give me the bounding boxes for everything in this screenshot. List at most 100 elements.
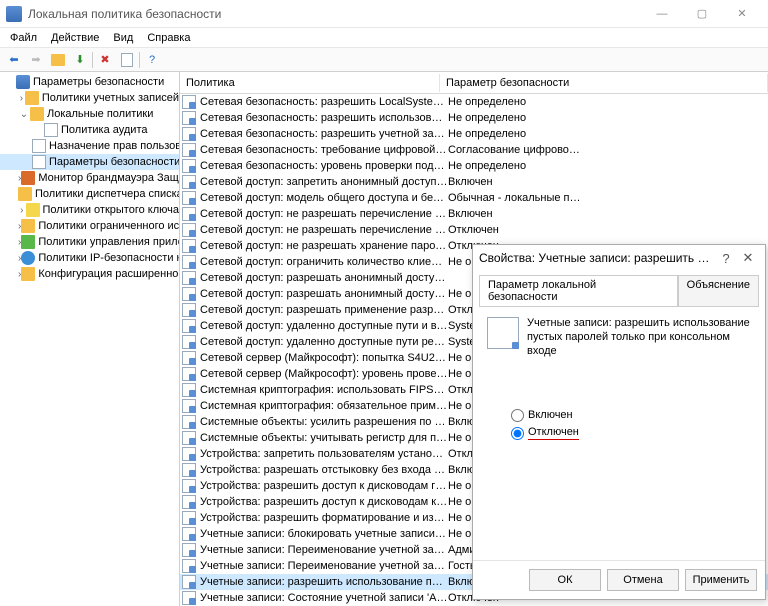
policy-name: Учетные записи: Переименование учетной з… [200, 544, 448, 556]
policy-value: Включен [448, 208, 768, 220]
tab-local-setting[interactable]: Параметр локальной безопасности [479, 275, 678, 306]
tree-item[interactable]: Назначение прав пользователя [0, 138, 179, 154]
policy-name: Устройства: разрешить доступ к дисковода… [200, 496, 448, 508]
tree-item-label: Политики IP-безопасности на "Локал [38, 252, 180, 264]
tree-item-label: Политика аудита [61, 124, 147, 136]
list-row[interactable]: Сетевая безопасность: разрешить использо… [180, 110, 768, 126]
minimize-button[interactable]: — [642, 1, 682, 27]
policy-icon [182, 559, 196, 573]
policy-value: Не определено [448, 160, 768, 172]
wall-icon [21, 171, 35, 185]
list-row[interactable]: Сетевая безопасность: разрешить LocalSys… [180, 94, 768, 110]
list-row[interactable]: Сетевая безопасность: разрешить учетной … [180, 126, 768, 142]
tree-item-label: Политики открытого ключа [43, 204, 179, 216]
column-policy[interactable]: Политика [180, 74, 440, 92]
tree-item[interactable]: › Политики открытого ключа [0, 202, 179, 218]
maximize-button[interactable]: ▢ [682, 1, 722, 27]
policy-name: Учетные записи: Переименование учетной з… [200, 560, 448, 572]
tab-explanation[interactable]: Объяснение [678, 275, 759, 306]
radio-enabled[interactable]: Включен [511, 406, 751, 424]
policy-name: Учетные записи: блокировать учетные запи… [200, 528, 448, 540]
policy-value: Согласование цифрово… [448, 144, 768, 156]
ok-button[interactable]: ОК [529, 569, 601, 591]
tree-item[interactable]: ›Конфигурация расширенной полити [0, 266, 179, 282]
policy-icon [182, 383, 196, 397]
tree-item[interactable]: ›Монитор брандмауэра Защитника W [0, 170, 179, 186]
policy-icon [182, 447, 196, 461]
dialog-body: Учетные записи: разрешить использование … [479, 306, 759, 560]
window-title: Локальная политика безопасности [28, 7, 642, 21]
tree-item-label: Политики учетных записей [42, 92, 179, 104]
tree-item-label: Конфигурация расширенной полити [38, 268, 180, 280]
column-value[interactable]: Параметр безопасности [440, 74, 768, 92]
tree-item[interactable]: › Политики учетных записей [0, 90, 179, 106]
policy-icon [182, 143, 196, 157]
list-row[interactable]: Сетевая безопасность: уровень проверки п… [180, 158, 768, 174]
tree-item[interactable]: ›Политики IP-безопасности на "Локал [0, 250, 179, 266]
policy-icon [182, 95, 196, 109]
policy-name: Сетевой сервер (Майкрософт): уровень про… [200, 368, 448, 380]
apply-button[interactable]: Применить [685, 569, 757, 591]
folder-icon [18, 187, 32, 201]
properties-button[interactable] [117, 50, 137, 70]
export-button[interactable]: ⬇ [70, 50, 90, 70]
nav-tree[interactable]: Параметры безопасности › Политики учетных… [0, 72, 180, 606]
tree-item[interactable]: Политики диспетчера списка сетей [0, 186, 179, 202]
list-row[interactable]: Сетевая безопасность: требование цифрово… [180, 142, 768, 158]
tree-item-label: Политики диспетчера списка сетей [35, 188, 180, 200]
back-button[interactable]: ⬅ [4, 50, 24, 70]
folder-icon [21, 267, 35, 281]
policy-name: Сетевой доступ: не разрешать перечислени… [200, 224, 448, 236]
tree-item[interactable]: ›Политики ограниченного использов [0, 218, 179, 234]
radio-disabled[interactable]: Отключен [511, 424, 751, 442]
list-row[interactable]: Сетевой доступ: запретить анонимный дост… [180, 174, 768, 190]
tree-root[interactable]: Параметры безопасности [0, 74, 179, 90]
radio-disabled-input[interactable] [511, 427, 524, 440]
expand-toggle[interactable]: ⌄ [18, 109, 30, 120]
close-button[interactable]: ✕ [722, 1, 762, 27]
policy-name: Сетевой доступ: модель общего доступа и … [200, 192, 448, 204]
tree-item[interactable]: ⌄Локальные политики [0, 106, 179, 122]
forward-button[interactable]: ➡ [26, 50, 46, 70]
radio-enabled-input[interactable] [511, 409, 524, 422]
tree-item-label: Назначение прав пользователя [49, 140, 180, 152]
menu-action[interactable]: Действие [45, 30, 105, 46]
policy-icon [182, 351, 196, 365]
tree-item-label: Монитор брандмауэра Защитника W [38, 172, 180, 184]
policy-name: Учетные записи: разрешить использование … [200, 576, 448, 588]
menu-file[interactable]: Файл [4, 30, 43, 46]
policy-name: Сетевой доступ: запретить анонимный дост… [200, 176, 448, 188]
menu-help[interactable]: Справка [141, 30, 196, 46]
cancel-button[interactable]: Отмена [607, 569, 679, 591]
net-icon [21, 251, 35, 265]
policy-name: Учетные записи: Состояние учетной записи… [200, 592, 448, 604]
expand-toggle[interactable]: › [18, 93, 25, 104]
dialog-close-button[interactable]: ✕ [737, 250, 759, 266]
list-row[interactable]: Сетевой доступ: не разрешать перечислени… [180, 222, 768, 238]
tree-item[interactable]: Политика аудита [0, 122, 179, 138]
key-icon [26, 203, 40, 217]
policy-icon [182, 127, 196, 141]
policy-name: Сетевая безопасность: уровень проверки п… [200, 160, 448, 172]
up-button[interactable] [48, 50, 68, 70]
tree-item[interactable]: ›Политики управления приложениям [0, 234, 179, 250]
dialog-help-button[interactable]: ? [715, 251, 737, 266]
list-row[interactable]: Сетевой доступ: модель общего доступа и … [180, 190, 768, 206]
policy-icon [182, 159, 196, 173]
list-row[interactable]: Сетевой доступ: не разрешать перечислени… [180, 206, 768, 222]
properties-dialog: Свойства: Учетные записи: разрешить испо… [472, 244, 766, 600]
policy-icon [182, 479, 196, 493]
tree-item[interactable]: Параметры безопасности [0, 154, 179, 170]
help-button[interactable]: ? [142, 50, 162, 70]
delete-button[interactable]: ✖ [95, 50, 115, 70]
policy-name: Сетевой доступ: разрешать применение раз… [200, 304, 448, 316]
page-icon [44, 123, 58, 137]
dialog-tabs: Параметр локальной безопасности Объяснен… [473, 271, 765, 306]
policy-icon [182, 111, 196, 125]
folder-icon [21, 219, 35, 233]
box-icon [21, 235, 35, 249]
list-header: Политика Параметр безопасности [180, 72, 768, 94]
menu-view[interactable]: Вид [107, 30, 139, 46]
page-icon [32, 139, 46, 153]
expand-toggle[interactable]: › [18, 205, 26, 216]
